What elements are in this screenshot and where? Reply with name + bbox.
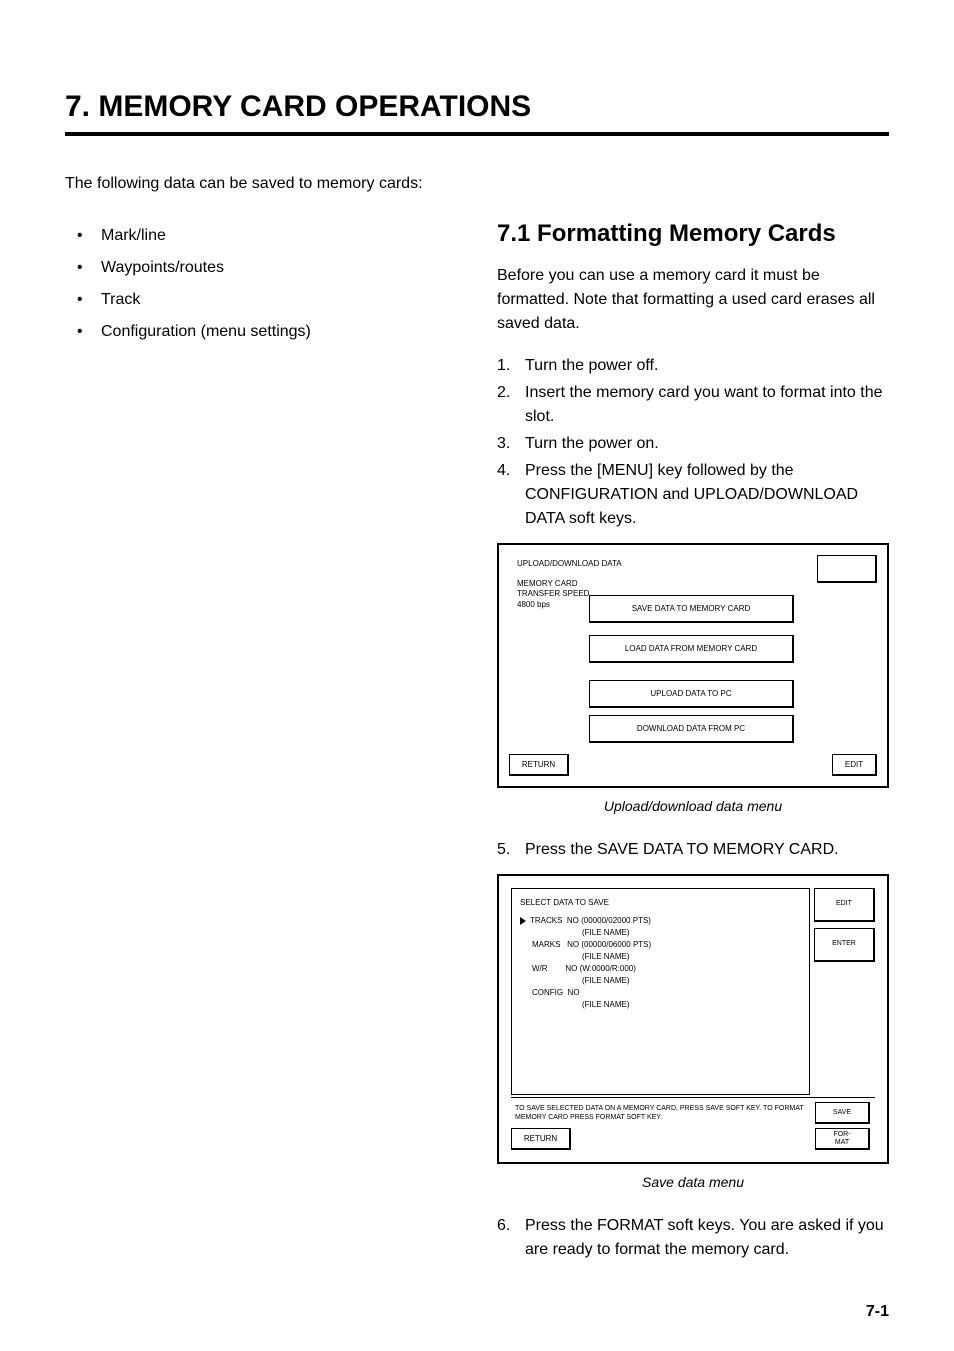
edit-button: EDIT [832, 754, 877, 776]
row-value: NO [568, 988, 580, 997]
step-body: Turn the power on. [525, 432, 889, 456]
step-6: 6.Press the FORMAT soft keys. You are as… [497, 1214, 889, 1262]
section-title: 7.1 Formatting Memory Cards [497, 220, 889, 248]
step-body: Press the [MENU] key followed by the CON… [525, 459, 889, 531]
diagram-top-area: SELECT DATA TO SAVE TRACKS NO (00000/020… [509, 886, 877, 1097]
step-body: Press the FORMAT soft keys. You are aske… [525, 1214, 889, 1262]
row-value: (FILE NAME) [582, 952, 630, 961]
page-number: 7-1 [866, 1303, 889, 1321]
step-item: 5.Press the SAVE DATA TO MEMORY CARD. [497, 838, 889, 862]
row-value: NO (00000/06000 PTS) [567, 940, 651, 949]
diagram-line: 4800 bps [517, 600, 550, 609]
row-value: (FILE NAME) [582, 928, 630, 937]
download-pc-button: DOWNLOAD DATA FROM PC [589, 715, 794, 743]
save-data-diagram: SELECT DATA TO SAVE TRACKS NO (00000/020… [497, 874, 889, 1164]
left-column: •Mark/line •Waypoints/routes •Track •Con… [65, 220, 457, 1274]
step-body: Turn the power off. [525, 354, 889, 378]
list-item-label: Waypoints/routes [101, 259, 224, 276]
row-value: NO (W:0000/R:000) [565, 964, 636, 973]
row-value: (FILE NAME) [582, 976, 630, 985]
section-text: Before you can use a memory card it must… [497, 264, 889, 336]
row-label: W/R [532, 964, 548, 973]
diagram-caption: Upload/download data menu [497, 798, 889, 814]
step-item: 2.Insert the memory card you want to for… [497, 381, 889, 429]
row-label: CONFIG [532, 988, 563, 997]
step-num: 6. [497, 1214, 525, 1262]
step-body: Insert the memory card you want to forma… [525, 381, 889, 429]
row-value: NO (00000/02000 PTS) [567, 916, 651, 925]
diagram-bottom-area: TO SAVE SELECTED DATA ON A MEMORY CARD, … [511, 1097, 875, 1152]
bottom-right-softkeys: SAVE FOR- MAT [810, 1102, 875, 1150]
edit-softkey: EDIT [814, 888, 875, 922]
steps-list: 1.Turn the power off. 2.Insert the memor… [497, 354, 889, 531]
step-item: 3.Turn the power on. [497, 432, 889, 456]
load-data-button: LOAD DATA FROM MEMORY CARD [589, 635, 794, 663]
upload-download-diagram: UPLOAD/DOWNLOAD DATA MEMORY CARD TRANSFE… [497, 543, 889, 788]
row-label: MARKS [532, 940, 560, 949]
return-button: RETURN [511, 1128, 571, 1150]
panel-row: CONFIG NO [520, 987, 801, 999]
triangle-icon [520, 917, 526, 925]
panel-row: MARKS NO (00000/06000 PTS) [520, 939, 801, 951]
list-item: •Waypoints/routes [97, 252, 457, 284]
row-value: (FILE NAME) [582, 1000, 630, 1009]
diagram-softkeys: EDIT ENTER [812, 886, 877, 1097]
step-item: 4.Press the [MENU] key followed by the C… [497, 459, 889, 531]
step-num: 1. [497, 354, 525, 378]
intro-text: The following data can be saved to memor… [65, 172, 889, 196]
panel-row: (FILE NAME) [520, 975, 801, 987]
diagram-line: MEMORY CARD [517, 579, 578, 588]
panel-row: W/R NO (W:0000/R:000) [520, 963, 801, 975]
step-item: 6.Press the FORMAT soft keys. You are as… [497, 1214, 889, 1262]
upload-pc-button: UPLOAD DATA TO PC [589, 680, 794, 708]
row-label: TRACKS [530, 916, 562, 925]
save-softkey: SAVE [815, 1102, 870, 1124]
diagram-left-panel: SELECT DATA TO SAVE TRACKS NO (00000/020… [511, 888, 810, 1095]
list-item-label: Mark/line [101, 227, 166, 244]
step-num: 2. [497, 381, 525, 429]
save-data-button: SAVE DATA TO MEMORY CARD [589, 595, 794, 623]
step-num: 5. [497, 838, 525, 862]
two-column-layout: •Mark/line •Waypoints/routes •Track •Con… [65, 220, 889, 1274]
bullet-icon: • [77, 220, 83, 252]
bullet-icon: • [77, 252, 83, 284]
format-softkey: FOR- MAT [815, 1128, 870, 1150]
enter-softkey: ENTER [814, 928, 875, 962]
diagram-subtitle: MEMORY CARD TRANSFER SPEED 4800 bps [517, 579, 589, 610]
step-body: Press the SAVE DATA TO MEMORY CARD. [525, 838, 889, 862]
step-num: 3. [497, 432, 525, 456]
divider [65, 132, 889, 136]
softkey-blank [817, 555, 877, 583]
return-button: RETURN [509, 754, 569, 776]
bullet-icon: • [77, 284, 83, 316]
step-item: 1.Turn the power off. [497, 354, 889, 378]
list-item: •Configuration (menu settings) [97, 316, 457, 348]
step-5: 5.Press the SAVE DATA TO MEMORY CARD. [497, 838, 889, 862]
diagram-title: UPLOAD/DOWNLOAD DATA [517, 559, 622, 568]
diagram-caption: Save data menu [497, 1174, 889, 1190]
list-item: •Mark/line [97, 220, 457, 252]
spacer [814, 1008, 875, 1095]
right-column: 7.1 Formatting Memory Cards Before you c… [497, 220, 889, 1274]
diagram-line: TRANSFER SPEED [517, 589, 589, 598]
panel-row: TRACKS NO (00000/02000 PTS) [520, 915, 801, 927]
list-item: •Track [97, 284, 457, 316]
step-num: 4. [497, 459, 525, 531]
chapter-heading: 7. MEMORY CARD OPERATIONS [65, 90, 889, 124]
panel-row: (FILE NAME) [520, 951, 801, 963]
panel-row: (FILE NAME) [520, 927, 801, 939]
list-item-label: Track [101, 291, 140, 308]
list-item-label: Configuration (menu settings) [101, 323, 311, 340]
bullet-icon: • [77, 316, 83, 348]
bottom-help-text: TO SAVE SELECTED DATA ON A MEMORY CARD, … [515, 1104, 805, 1122]
panel-title: SELECT DATA TO SAVE [520, 897, 801, 909]
panel-row: (FILE NAME) [520, 999, 801, 1011]
bullet-list: •Mark/line •Waypoints/routes •Track •Con… [97, 220, 457, 348]
